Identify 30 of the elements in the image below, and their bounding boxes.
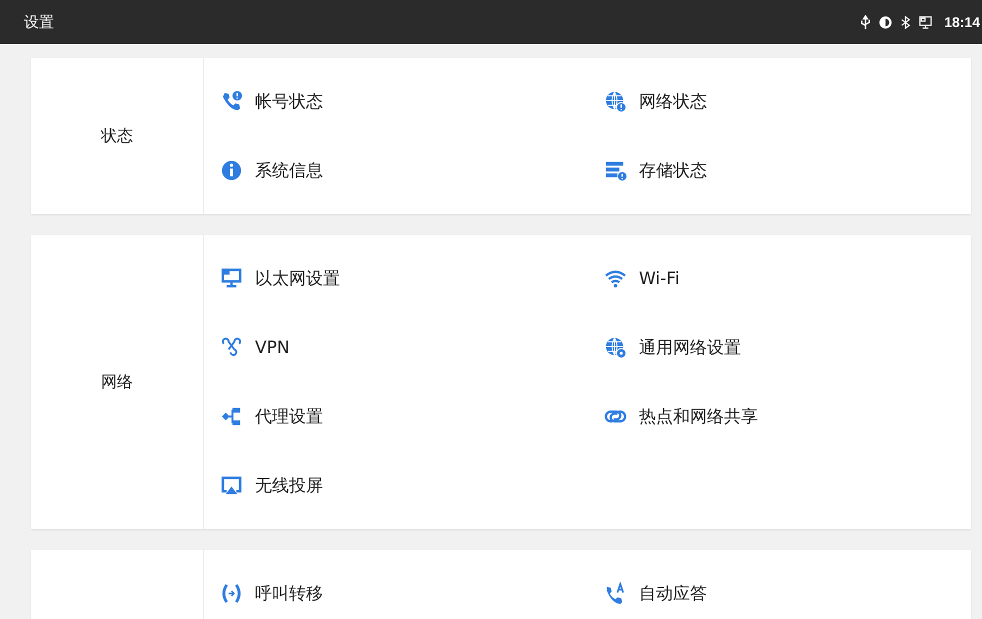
settings-item[interactable]: 系统信息 xyxy=(204,136,588,205)
monitor-icon xyxy=(220,267,243,290)
half-circle-icon xyxy=(878,14,894,30)
monitor-icon xyxy=(918,14,934,30)
settings-item[interactable]: 以太网设置 xyxy=(204,244,588,313)
settings-item[interactable]: 网络状态 xyxy=(588,67,971,136)
info-icon xyxy=(220,159,243,182)
settings-item[interactable]: Wi-Fi xyxy=(588,244,971,313)
globe-alert-icon xyxy=(604,90,627,113)
section-label: 网络 xyxy=(101,372,133,392)
phone-letter-icon xyxy=(604,582,627,605)
call-forward-icon xyxy=(220,582,243,605)
settings-item[interactable]: 通用网络设置 xyxy=(588,313,971,382)
settings-item[interactable]: VPN xyxy=(204,313,588,382)
link-loop-icon xyxy=(220,336,243,359)
screen-cast-icon xyxy=(220,474,243,497)
settings-item[interactable]: 自动应答 xyxy=(588,559,971,619)
settings-item[interactable]: 热点和网络共享 xyxy=(588,382,971,451)
globe-gear-icon xyxy=(604,336,627,359)
phone-alert-icon xyxy=(220,90,243,113)
settings-item[interactable]: 帐号状态 xyxy=(204,67,588,136)
storage-alert-icon xyxy=(604,159,627,182)
settings-item[interactable]: 呼叫转移 xyxy=(204,559,588,619)
settings-item[interactable]: 代理设置 xyxy=(204,382,588,451)
branch-icon xyxy=(220,405,243,428)
section-label: 状态 xyxy=(101,126,133,146)
settings-item[interactable]: 存储状态 xyxy=(588,136,971,205)
window-title: 设置 xyxy=(24,12,54,32)
settings-item[interactable]: 无线投屏 xyxy=(204,451,588,520)
clock-time: 18:14 xyxy=(944,14,980,30)
